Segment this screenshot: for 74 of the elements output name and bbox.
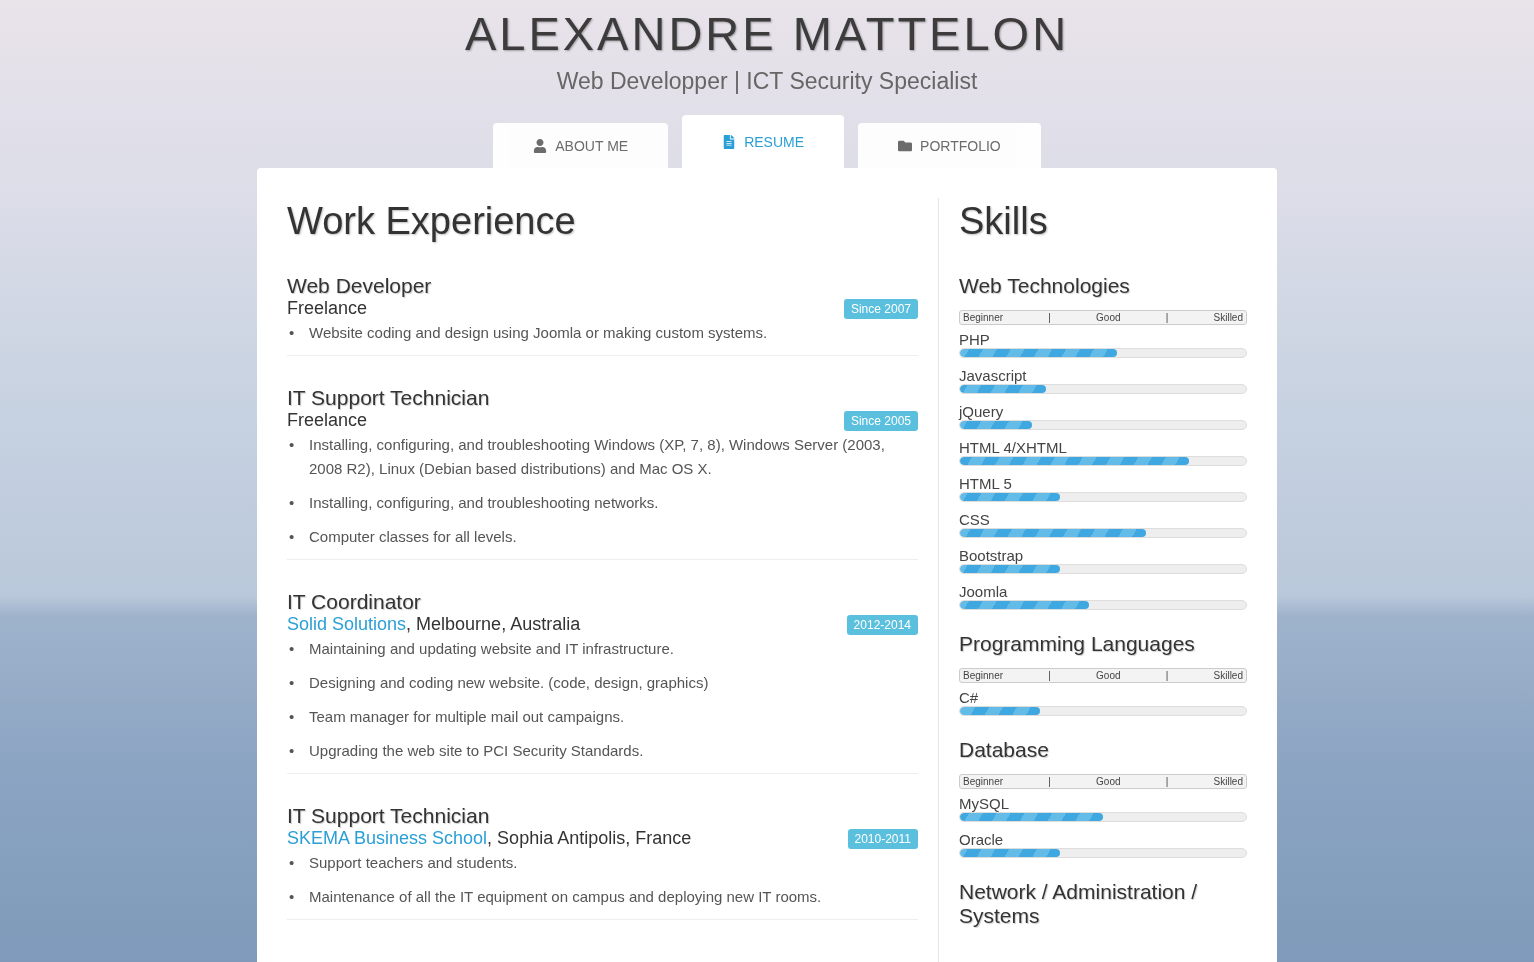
company-link[interactable]: Solid Solutions <box>287 614 407 634</box>
duty-item: Website coding and design using Joomla or making custom systems. <box>309 323 768 343</box>
employer: Freelance <box>287 410 368 430</box>
company-link[interactable]: SKEMA Business School <box>287 828 488 848</box>
skill-name: CSS <box>959 511 991 528</box>
section-title: Work Experience <box>287 199 577 244</box>
skill-name: HTML 4/XHTML <box>959 439 1068 456</box>
duty-item: Computer classes for all levels. <box>309 527 517 547</box>
skill-category: Database <box>959 738 1050 762</box>
nav-tab[interactable]: ABOUT ME <box>493 123 669 168</box>
scale-label: Skilled <box>1213 312 1243 323</box>
list-bullet: • <box>289 493 296 513</box>
site-title: ALEXANDRE MATTELON <box>464 6 1070 62</box>
skill-name: C# <box>959 689 980 706</box>
list-bullet: • <box>289 853 296 873</box>
scale-label: | <box>1165 670 1169 681</box>
duty-item: Maintenance of all the IT equipment on campus and deploying new IT rooms. <box>309 887 822 907</box>
tagline: Web Developper | ICT Security Specialist <box>556 68 978 95</box>
list-bullet: • <box>289 741 296 761</box>
skill-name: Oracle <box>959 831 1005 848</box>
date-badge: 2012-2014 <box>846 614 918 635</box>
duty-item: Maintaining and updating website and IT infrastructure. <box>309 639 674 659</box>
scale-label: Beginner <box>963 776 1004 787</box>
scale-label: | <box>1048 670 1051 681</box>
scale-label: | <box>1165 312 1169 323</box>
skill-name: HTML 5 <box>959 475 1013 492</box>
job-title: IT Coordinator <box>287 590 422 614</box>
list-bullet: • <box>289 887 296 907</box>
scale-label: Good <box>1096 312 1121 323</box>
skill-name: Bootstrap <box>959 547 1025 564</box>
skill-name: Javascript <box>959 367 1028 384</box>
scale-label: | <box>1165 776 1169 787</box>
skill-name: MySQL <box>959 795 1010 812</box>
skill-name: PHP <box>959 331 991 348</box>
skill-category: Web Technologies <box>959 274 1131 298</box>
skill-category: Programming Languages <box>959 632 1196 656</box>
list-bullet: • <box>289 323 296 343</box>
list-bullet: • <box>289 527 296 547</box>
scale-label: Good <box>1096 670 1121 681</box>
duty-item: Team manager for multiple mail out campaigns. <box>309 707 625 727</box>
job-title: IT Support Technician <box>287 804 491 828</box>
job-title: IT Support Technician <box>287 386 491 410</box>
list-bullet: • <box>289 639 296 659</box>
scale-label: | <box>1048 776 1051 787</box>
job-title: Web Developer <box>287 274 433 298</box>
scale-label: Skilled <box>1213 670 1243 681</box>
date-badge: Since 2005 <box>843 410 918 431</box>
list-bullet: • <box>289 707 296 727</box>
list-bullet: • <box>289 435 296 455</box>
duty-item: Designing and coding new website. (code, design, graphics) <box>309 673 709 693</box>
skill-name: Joomla <box>959 583 1009 600</box>
document-icon <box>722 134 737 149</box>
location: , Melbourne, Australia <box>406 614 581 634</box>
employer: Freelance <box>287 298 368 318</box>
scale-label: Beginner <box>963 670 1004 681</box>
folder-icon <box>898 138 913 153</box>
scale-label: | <box>1048 312 1051 323</box>
skill-category: Network / Administration / Systems <box>959 880 1199 928</box>
date-badge: Since 2007 <box>843 298 918 319</box>
date-badge: 2010-2011 <box>847 828 918 849</box>
location: , Sophia Antipolis, France <box>487 828 692 848</box>
scale-label: Skilled <box>1213 776 1243 787</box>
list-bullet: • <box>289 673 296 693</box>
user-icon <box>533 138 548 153</box>
scale-label: Beginner <box>963 312 1004 323</box>
duty-item: Upgrading the web site to PCI Security Standards. <box>309 741 644 761</box>
duty-item: Support teachers and students. <box>309 853 518 873</box>
nav-tab[interactable]: PORTFOLIO <box>858 123 1041 168</box>
section-title: Skills <box>959 199 1049 244</box>
nav-tab[interactable]: RESUME <box>682 115 845 168</box>
scale-label: Good <box>1096 776 1121 787</box>
duty-item: Installing, configuring, and troubleshooting Windows (XP, 7, 8), Windows Server (2003, 2008 R2), Linux (Debian based distributions) and Mac OS X. <box>309 435 886 479</box>
duty-item: Installing, configuring, and troubleshooting networks. <box>309 493 659 513</box>
skill-name: jQuery <box>959 403 1005 420</box>
